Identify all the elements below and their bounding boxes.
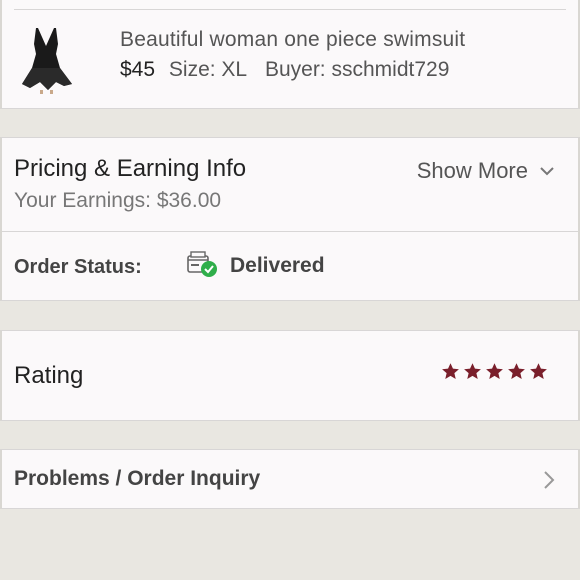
show-more-button[interactable]: Show More: [417, 158, 554, 184]
pricing-title: Pricing & Earning Info: [14, 155, 247, 182]
divider: [2, 231, 578, 232]
earnings-text: Your Earnings: $36.00: [14, 189, 222, 212]
order-status-label: Order Status:: [14, 256, 142, 278]
product-buyer: Buyer: sschmidt729: [264, 58, 450, 81]
star-icon: [530, 363, 547, 380]
show-more-label: Show More: [416, 158, 528, 183]
rating-card: Rating: [0, 330, 580, 421]
star-icon: [508, 363, 525, 380]
product-size: Size: XL: [168, 58, 248, 81]
chevron-right-icon: [544, 471, 555, 489]
problems-order-inquiry-row[interactable]: Problems / Order Inquiry: [0, 449, 580, 509]
rating-stars: [441, 362, 548, 381]
star-icon: [442, 363, 459, 380]
rating-label: Rating: [14, 362, 84, 389]
product-card[interactable]: Beautiful woman one piece swimsuit $45 S…: [0, 0, 580, 109]
divider: [14, 9, 566, 10]
star-icon: [486, 363, 503, 380]
star-icon: [464, 363, 481, 380]
order-status-value: Delivered: [230, 254, 325, 277]
product-price: $45: [120, 58, 156, 81]
package-delivered-icon: [187, 251, 217, 277]
product-thumbnail: [22, 28, 72, 94]
product-meta: $45 Size: XL Buyer: sschmidt729: [120, 58, 449, 82]
problems-label: Problems / Order Inquiry: [14, 467, 261, 490]
chevron-down-icon: [540, 167, 554, 176]
pricing-card: Pricing & Earning Info Your Earnings: $3…: [0, 137, 580, 301]
product-title: Beautiful woman one piece swimsuit: [120, 28, 466, 51]
